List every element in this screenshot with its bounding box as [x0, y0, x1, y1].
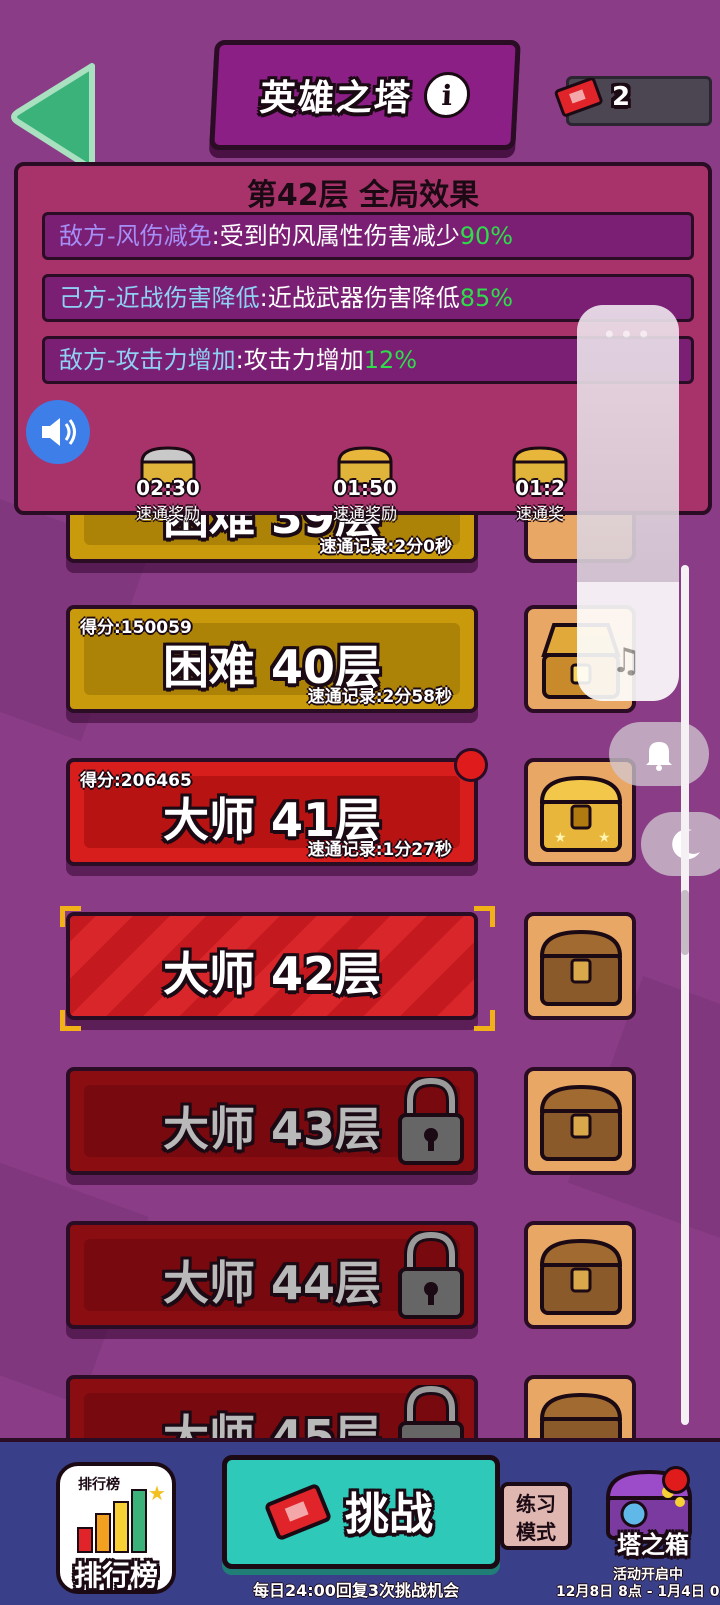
- more-dots-icon[interactable]: •••: [577, 321, 679, 349]
- info-icon[interactable]: i: [422, 72, 472, 118]
- floor-card[interactable]: 得分:206465 大师 41层 速通记录:1分27秒: [66, 748, 488, 866]
- speed-record: 速通记录:1分27秒: [307, 840, 452, 860]
- page-title: 英雄之塔: [258, 78, 413, 119]
- ticket-count: 2: [612, 82, 631, 112]
- leaderboard-button[interactable]: 排行榜 ★ 排行榜: [56, 1462, 176, 1594]
- speed-record: 速通记录:2分58秒: [307, 687, 452, 707]
- challenge-label: 挑战: [345, 1489, 433, 1540]
- reward-time: 02:30: [136, 476, 200, 500]
- daily-refresh-note: 每日24:00回复3次挑战机会: [252, 1581, 460, 1600]
- bronze-chest-icon: [539, 1084, 623, 1161]
- selection-corner: [474, 906, 495, 927]
- ticket-icon: [554, 78, 603, 117]
- speed-reward[interactable]: 01:2 速通奖: [500, 446, 580, 524]
- effect-value: 12%: [363, 346, 418, 374]
- svg-text:★: ★: [598, 830, 611, 846]
- lock-icon: [398, 1231, 464, 1319]
- effects-title: 第42层 全局效果: [246, 178, 480, 213]
- effect-name: 敌方-风伤减免: [59, 222, 212, 250]
- bar-chart-icon: ★: [77, 1484, 166, 1553]
- ticket-icon: [265, 1484, 331, 1540]
- svg-text:★: ★: [148, 1484, 166, 1505]
- challenge-button[interactable]: 挑战: [222, 1455, 500, 1569]
- effect-desc: :攻击力增加: [235, 346, 364, 374]
- scrollbar[interactable]: [681, 565, 689, 1425]
- effect-value: 85%: [459, 284, 514, 312]
- gold-chest-icon: ★ ★: [539, 775, 623, 852]
- bronze-chest[interactable]: [524, 1221, 636, 1329]
- event-dates: 12月8日 8点 - 1月4日 0点: [556, 1584, 720, 1600]
- floor-card[interactable]: 得分:150059 困难 40层 速通记录:2分58秒: [66, 605, 478, 713]
- practice-mode-button[interactable]: 练习 模式: [500, 1482, 572, 1550]
- back-arrow-button[interactable]: [8, 60, 98, 175]
- floor-card-locked[interactable]: 大师 43层: [66, 1067, 478, 1175]
- floor-card-locked[interactable]: 大师 44层: [66, 1221, 478, 1329]
- scrollbar-thumb[interactable]: [681, 890, 689, 955]
- bronze-chest[interactable]: [524, 1067, 636, 1175]
- effect-row: 敌方-风伤减免:受到的风属性伤害减少90%: [42, 212, 694, 260]
- notification-dot: [662, 1466, 690, 1494]
- bell-button[interactable]: [609, 722, 709, 786]
- practice-label-line1: 练习: [516, 1492, 556, 1516]
- selection-corner: [60, 906, 81, 927]
- bronze-chest-icon: [539, 1238, 623, 1315]
- floor-card-current[interactable]: 大师 42层: [66, 912, 478, 1020]
- reward-label: 速通奖: [515, 504, 564, 523]
- speed-record: 速通记录:2分0秒: [319, 537, 452, 557]
- music-note-icon[interactable]: ♫: [611, 641, 641, 681]
- selection-corner: [60, 1010, 81, 1031]
- notification-dot: [454, 748, 488, 782]
- title-banner: 英雄之塔 i: [209, 40, 521, 150]
- floor-name: 大师 42层: [162, 947, 382, 1001]
- bell-icon: [646, 742, 672, 771]
- speed-reward[interactable]: 02:30 速通奖励: [108, 446, 228, 524]
- sound-button[interactable]: [26, 400, 90, 464]
- tower-chest-label: 塔之箱: [617, 1531, 689, 1559]
- effect-desc: :近战武器伤害降低: [259, 284, 460, 312]
- effect-desc: :受到的风属性伤害减少: [211, 222, 460, 250]
- effect-value: 90%: [459, 222, 514, 250]
- effect-name: 敌方-攻击力增加: [59, 346, 236, 374]
- bronze-chest[interactable]: [524, 912, 636, 1020]
- practice-label-line2: 模式: [516, 1520, 556, 1544]
- leaderboard-label: 排行榜: [73, 1559, 158, 1592]
- selection-corner: [474, 1010, 495, 1031]
- bronze-chest-icon: [539, 929, 623, 1006]
- floating-media-panel[interactable]: ••• ♫: [577, 305, 679, 701]
- effect-name: 己方-近战伤害降低: [59, 284, 260, 312]
- svg-text:★: ★: [554, 830, 567, 846]
- speed-reward[interactable]: 01:50 速通奖励: [305, 446, 425, 524]
- lock-icon: [398, 1077, 464, 1165]
- reward-label: 速通奖励: [135, 504, 200, 523]
- reward-time: 01:50: [333, 476, 397, 500]
- speaker-icon: [42, 418, 76, 446]
- reward-label: 速通奖励: [332, 504, 397, 523]
